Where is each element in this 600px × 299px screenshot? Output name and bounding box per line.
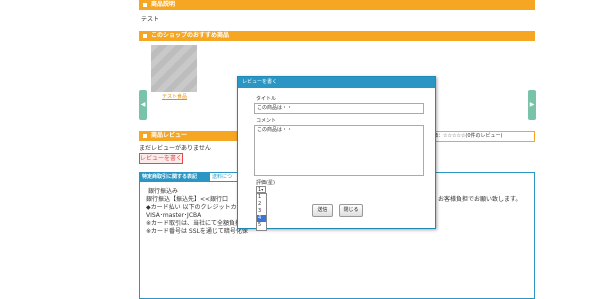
carousel-prev-arrow-icon[interactable]: ◀ xyxy=(139,90,147,120)
rating-options-list: 1 2 3 4 5 xyxy=(256,193,267,231)
description-header-label: 商品説明 xyxy=(151,1,176,8)
write-review-button[interactable]: レビューを書く xyxy=(139,153,183,164)
rating-option[interactable]: 5 xyxy=(257,222,266,229)
rating-summary-text: 価：☆☆☆☆☆(0件のレビュー) xyxy=(433,133,503,139)
modal-title: レビューを書く xyxy=(238,77,435,88)
rating-option[interactable]: 3 xyxy=(257,208,266,215)
comment-textarea[interactable]: この商品は・・ xyxy=(254,125,424,176)
square-bullet-icon xyxy=(143,33,147,38)
review-header-label: 商品レビュー xyxy=(151,132,188,139)
tab-content-line: ※カード番号は SSLを通じて暗号化保 xyxy=(146,228,248,235)
tab-legal-notice[interactable]: 特定商取引に関する表記 xyxy=(140,173,210,182)
rating-field-label: 評価(星) xyxy=(256,180,275,186)
no-review-text: まだレビューがありません xyxy=(139,145,211,152)
recommend-section-header: このショップのおすすめ商品 xyxy=(139,31,535,41)
rating-summary: 価：☆☆☆☆☆(0件のレビュー) xyxy=(430,131,535,142)
title-input[interactable]: この商品は・・ xyxy=(254,103,424,114)
recommend-product-link[interactable]: テスト食品 xyxy=(162,93,187,100)
rating-option[interactable]: 4 xyxy=(257,215,266,222)
chevron-down-icon: ▾ xyxy=(261,187,264,192)
tab-shipping[interactable]: 送料につ xyxy=(210,173,240,182)
square-bullet-icon xyxy=(143,133,147,138)
review-section-header: 商品レビュー xyxy=(139,131,239,141)
rating-select[interactable]: 1▾ xyxy=(256,186,266,193)
rating-option[interactable]: 1 xyxy=(257,194,266,201)
square-bullet-icon xyxy=(143,2,147,7)
product-thumbnail[interactable] xyxy=(151,45,197,92)
description-text: テスト xyxy=(141,16,160,23)
recommend-header-label: このショップのおすすめ商品 xyxy=(151,32,230,39)
title-field-label: タイトル xyxy=(256,96,277,102)
rating-option[interactable]: 2 xyxy=(257,201,266,208)
submit-button[interactable]: 送信 xyxy=(312,204,333,217)
tab-content-right-fragment: お客様負担でお願い致します。 xyxy=(438,196,522,203)
description-section-header: 商品説明 xyxy=(139,0,535,10)
close-button[interactable]: 閉じる xyxy=(339,204,363,217)
comment-field-label: コメント xyxy=(256,118,277,124)
carousel-next-arrow-icon[interactable]: ▶ xyxy=(528,90,536,120)
review-modal: レビューを書く タイトル この商品は・・ コメント この商品は・・ 評価(星) … xyxy=(237,76,436,231)
